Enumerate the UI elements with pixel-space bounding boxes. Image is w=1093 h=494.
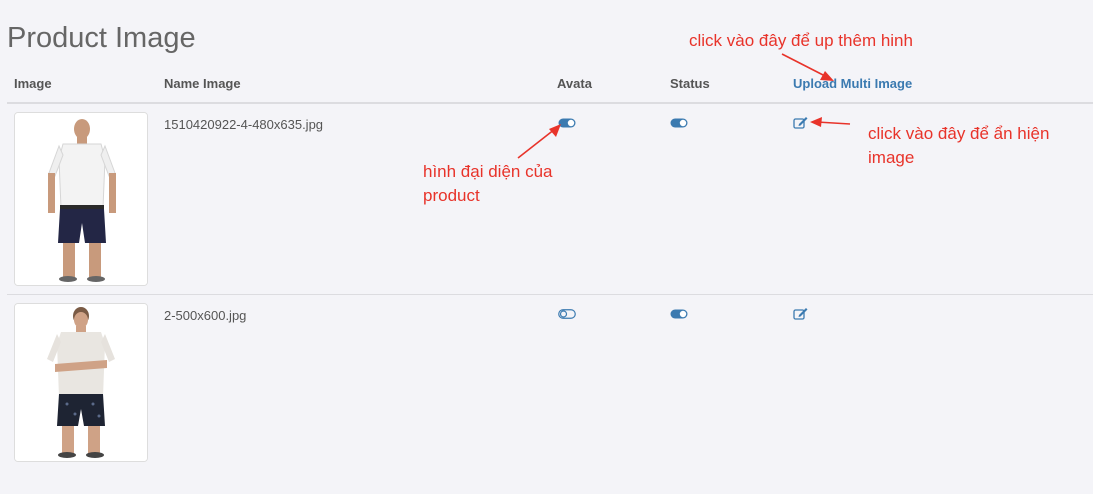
row-divider	[7, 294, 1093, 295]
annotation-edit-hint-line2: image	[868, 148, 915, 167]
annotation-avatar-hint-line1: hình đại diện của	[423, 162, 553, 181]
image-filename: 2-500x600.jpg	[164, 308, 247, 323]
status-toggle-icon[interactable]	[670, 309, 688, 319]
col-header-name: Name Image	[164, 76, 241, 91]
annotation-upload-hint: click vào đây để up thêm hinh	[689, 31, 913, 50]
arrow-to-avata-toggle	[517, 124, 561, 159]
header-divider	[7, 102, 1093, 104]
image-filename: 1510420922-4-480x635.jpg	[164, 117, 324, 132]
avata-toggle-icon[interactable]	[558, 309, 576, 319]
product-thumbnail	[14, 303, 148, 462]
annotation-edit-hint-line1: click vào đây để ẩn hiện	[868, 124, 1050, 143]
product-thumbnail	[14, 112, 148, 286]
edit-icon[interactable]	[793, 116, 808, 129]
product-photo-male-striped-shirt	[15, 304, 147, 461]
avata-toggle-icon[interactable]	[558, 118, 576, 128]
col-header-image: Image	[14, 76, 52, 91]
col-header-status: Status	[670, 76, 710, 91]
status-toggle-icon[interactable]	[670, 118, 688, 128]
arrow-to-edit-icon	[810, 117, 851, 127]
edit-icon[interactable]	[793, 307, 808, 320]
annotation-avatar-hint-line2: product	[423, 186, 480, 205]
page-title: Product Image	[7, 22, 196, 54]
product-photo-male-white-shirt	[15, 113, 147, 285]
upload-multi-image-link[interactable]: Upload Multi Image	[793, 76, 912, 91]
annotation-arrows	[517, 53, 851, 159]
col-header-avata: Avata	[557, 76, 592, 91]
